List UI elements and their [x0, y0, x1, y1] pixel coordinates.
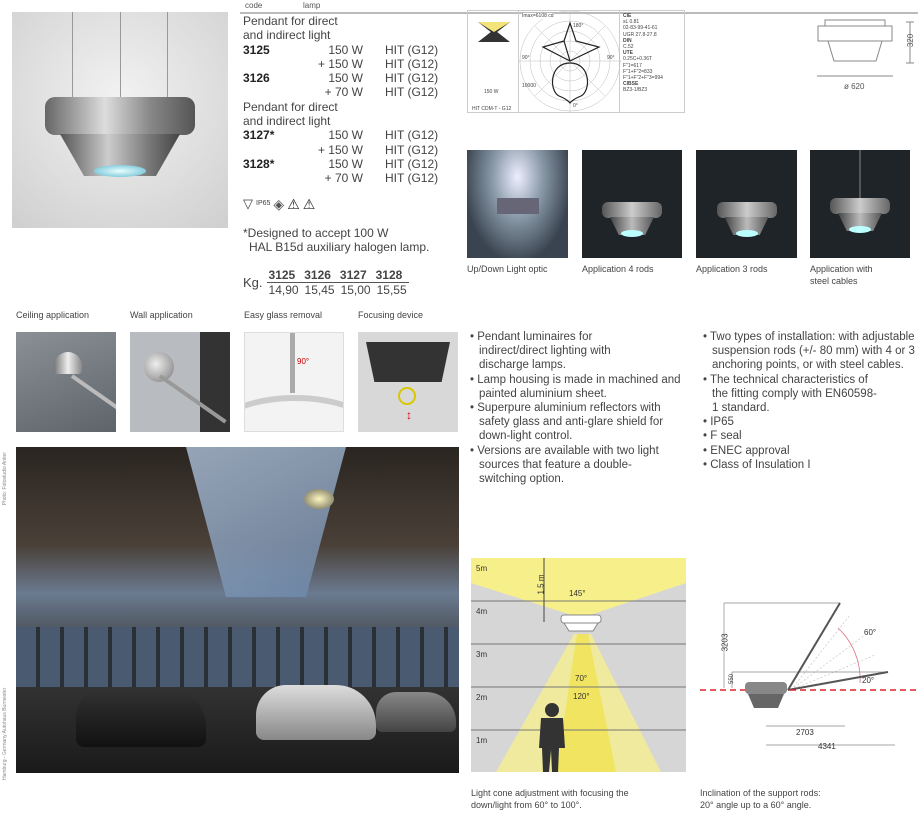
level-5m: 5m: [476, 564, 488, 573]
weight-label: Kg.: [243, 275, 263, 290]
height-dimension: 320: [906, 33, 916, 48]
angle-60: 60°: [864, 628, 877, 637]
photometric-chart: 150 W HIT CDM-T - G12 Imax=6108 cd 180° …: [467, 10, 685, 113]
diameter-dimension: ø 620: [844, 82, 865, 91]
lamp-column-label: lamp: [303, 1, 321, 10]
rod-inclination-diagram: 3203 550 60° 20° 2703 4341: [700, 590, 918, 751]
warning-icon: ⚠: [302, 196, 316, 213]
cone-caption: Light cone adjustment with focusing the d…: [471, 788, 629, 810]
application-photo-updown: [467, 150, 568, 258]
group-title: and indirect light: [243, 114, 331, 129]
angle-145: 145°: [569, 589, 586, 598]
detail-photo-glass-removal: 90°: [244, 332, 344, 432]
spec-row: 3125 150 W HIT (G12): [243, 42, 439, 57]
offset-550: 550: [729, 673, 736, 685]
light-cone-diagram: 5m 4m 3m 2m 1m 1,5 m 145° 70° 120°: [471, 558, 686, 772]
feature-item: Two types of installation: with adjustab…: [703, 330, 918, 373]
caption-focusing: Focusing device: [358, 310, 424, 320]
features-right: Two types of installation: with adjustab…: [703, 330, 918, 472]
level-4m: 4m: [476, 607, 488, 616]
spec-row: 3126 150 W HIT (G12): [243, 71, 439, 86]
arrow-icon: ↕: [406, 408, 412, 422]
spec-row: 3128* 150 W HIT (G12): [243, 156, 439, 171]
feature-item: Superpure aluminium reflectors with safe…: [470, 401, 675, 444]
photo-credit: Hamburg - Germany Autohaus Burmester Phot…: [2, 452, 8, 780]
level-3m: 3m: [476, 650, 488, 659]
application-photo-steel-cables: [810, 150, 910, 258]
feature-item: IP65: [703, 415, 918, 429]
application-photo-3-rods: [696, 150, 797, 258]
caption-ceiling: Ceiling application: [16, 310, 90, 320]
detail-photo-wall: [130, 332, 230, 432]
polar-diagram: [519, 10, 621, 112]
angle-120: 120°: [573, 692, 590, 701]
dimension-drawing: 320 ø 620: [800, 18, 918, 93]
rod-caption: Inclination of the support rods: 20° angl…: [700, 788, 821, 810]
rotation-angle-label: 90°: [297, 357, 310, 366]
feature-item: Pendant luminaires for indirect/direct l…: [470, 330, 620, 373]
height-label: 1,5 m: [536, 574, 546, 595]
footnote: *Designed to accept 100 W HAL B15d auxil…: [243, 225, 430, 254]
feature-item: Versions are available with two light so…: [470, 444, 670, 487]
caption-steel-cables: Application with steel cables: [810, 264, 873, 286]
feature-item: ENEC approval: [703, 444, 918, 458]
spec-row: + 70 W HIT (G12): [324, 171, 439, 186]
spec-table: Pendant for direct and indirect light 31…: [243, 14, 443, 254]
feature-item: Lamp housing is made in machined and pai…: [470, 373, 700, 401]
certification-icons: ▽ IP65 ◈ ⚠ ⚠: [243, 196, 443, 213]
showroom-photo: [16, 447, 459, 773]
code-column-label: code: [245, 1, 263, 10]
level-2m: 2m: [476, 693, 488, 702]
feature-item: Class of Insulation I: [703, 458, 918, 472]
caption-3-rods: Application 3 rods: [696, 264, 768, 274]
group-title: Pendant for direct: [243, 99, 338, 114]
angle-70: 70°: [575, 674, 588, 683]
warning-icon: ⚠: [287, 196, 300, 213]
width-2703: 2703: [796, 728, 814, 737]
caption-4-rods: Application 4 rods: [582, 264, 654, 274]
spec-row: 3127* 150 W HIT (G12): [243, 128, 439, 143]
group-title: and indirect light: [243, 28, 331, 43]
caption-updown: Up/Down Light optic: [467, 264, 548, 274]
level-1m: 1m: [476, 736, 488, 745]
product-photo: [12, 12, 228, 228]
diamond-grid-icon: ◈: [273, 196, 285, 213]
spec-row: + 70 W HIT (G12): [324, 85, 439, 100]
f-mark-icon: ▽: [243, 196, 253, 212]
features-left: Pendant luminaires for indirect/direct l…: [470, 330, 700, 486]
spec-row: + 150 W HIT (G12): [317, 142, 439, 157]
detail-photo-focusing: ↕: [358, 332, 458, 432]
detail-photo-ceiling: [16, 332, 116, 432]
application-photo-4-rods: [582, 150, 682, 258]
angle-20: 20°: [862, 676, 875, 685]
width-4341: 4341: [818, 742, 836, 751]
weight-table: Kg. 3125 3126 3127 3128 14,90 15,45 15,00 15,5…: [243, 268, 409, 297]
caption-glass-removal: Easy glass removal: [244, 310, 323, 320]
group-title: Pendant for direct: [243, 14, 338, 28]
ip65-label: IP65: [256, 200, 271, 208]
caption-wall: Wall application: [130, 310, 193, 320]
height-3203: 3203: [720, 633, 730, 652]
feature-item: The technical characteristics of the fit…: [703, 373, 883, 416]
feature-item: F seal: [703, 429, 918, 443]
spec-row: + 150 W HIT (G12): [317, 56, 439, 71]
